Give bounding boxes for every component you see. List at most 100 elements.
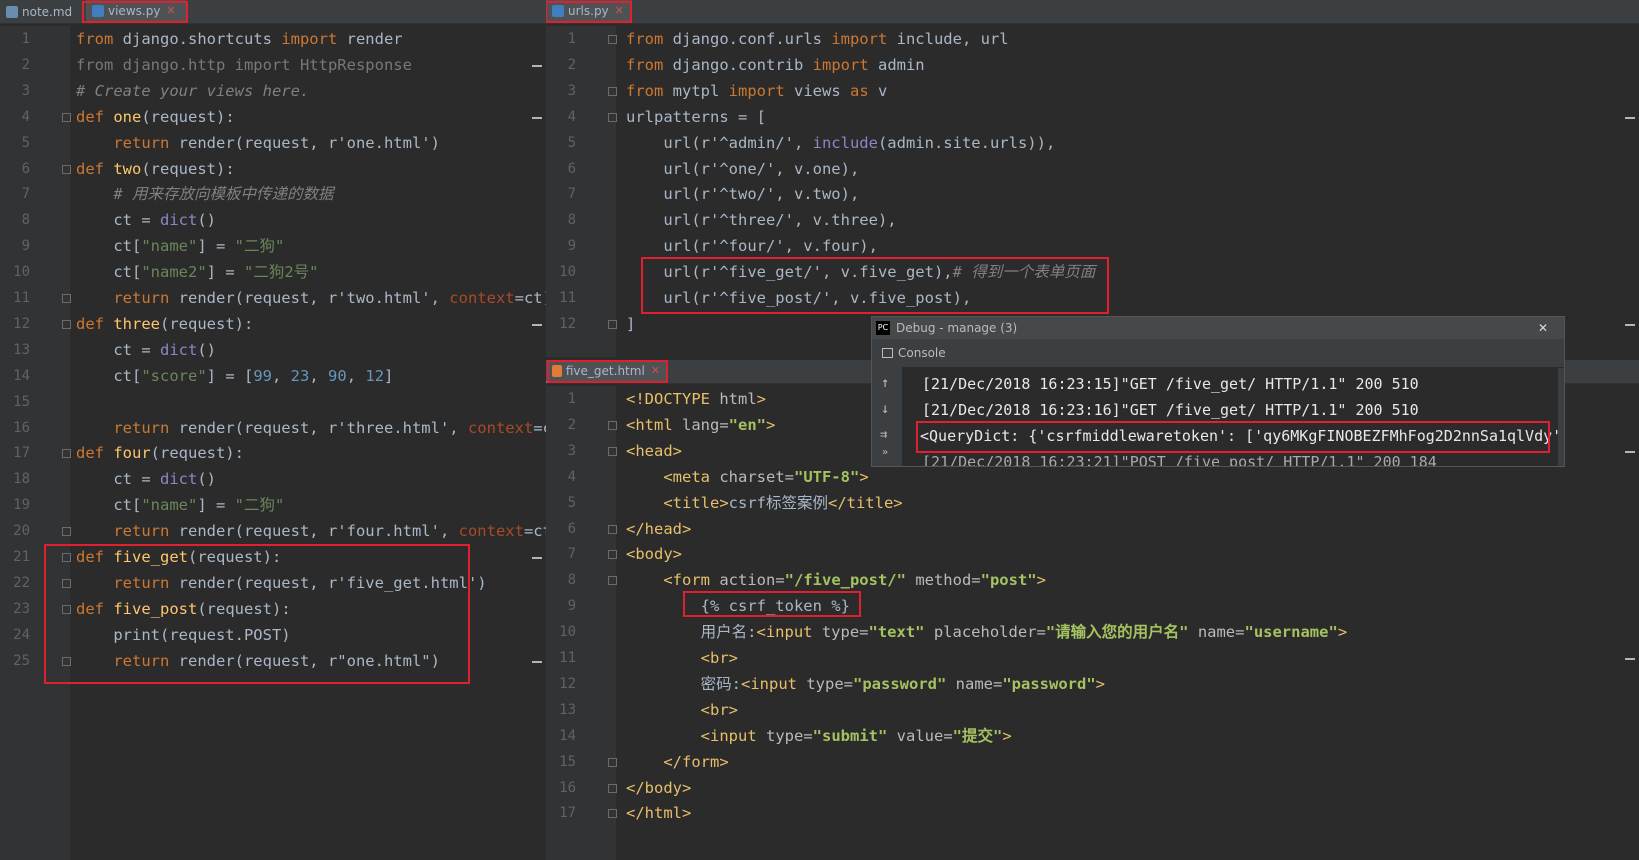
- code-line[interactable]: 4 urlpatterns = [: [546, 104, 1639, 131]
- code-text: url(r'^two/', v.two),: [626, 181, 859, 208]
- fold-marker-icon[interactable]: [608, 783, 617, 793]
- token: 用户名:: [626, 623, 757, 642]
- code-line[interactable]: 13 <br>: [546, 697, 1639, 724]
- token: <input: [756, 623, 822, 642]
- code-line[interactable]: 3 # Create your views here.: [0, 78, 546, 105]
- code-text: ct = dict(): [76, 337, 216, 364]
- change-marker: [532, 64, 542, 67]
- debug-title-bar[interactable]: PC Debug - manage (3) ✕: [872, 317, 1564, 339]
- code-line[interactable]: 14 ct["score"] = [99, 23, 90, 12]: [0, 363, 546, 390]
- code-text: url(r'^one/', v.one),: [626, 156, 859, 183]
- change-marker: [532, 323, 542, 326]
- code-line[interactable]: 6 url(r'^one/', v.one),: [546, 156, 1639, 183]
- more-icon[interactable]: »: [882, 447, 888, 458]
- fold-marker-icon[interactable]: [608, 446, 617, 456]
- token: mytpl: [672, 81, 729, 100]
- code-line[interactable]: 12 密码:<input type="password" name="passw…: [546, 671, 1639, 698]
- code-line[interactable]: 10 用户名:<input type="text" placeholder="请…: [546, 619, 1639, 646]
- tab-console[interactable]: Console: [898, 346, 946, 360]
- fold-marker-icon[interactable]: [62, 294, 71, 303]
- fold-marker-icon[interactable]: [62, 112, 71, 122]
- line-number: 16: [13, 419, 30, 436]
- fold-marker-icon[interactable]: [608, 319, 617, 329]
- tab-note-md[interactable]: note.md: [0, 0, 86, 23]
- token: <input: [626, 726, 766, 745]
- code-line[interactable]: 7 # 用来存放向模板中传递的数据: [0, 181, 546, 208]
- token: render(request, r'two.html',: [178, 289, 450, 307]
- code-line[interactable]: 3 from mytpl import views as v: [546, 78, 1639, 105]
- code-text: </html>: [626, 800, 691, 827]
- code-line[interactable]: 16 return render(request, r'three.html',…: [0, 415, 546, 442]
- token: dict: [160, 211, 198, 230]
- fold-marker-icon[interactable]: [608, 420, 617, 430]
- token: url(r'^admin/',: [626, 133, 813, 152]
- code-line[interactable]: 5 <title>csrf标签案例</title>: [546, 490, 1639, 517]
- code-line[interactable]: 2 from django.contrib import admin: [546, 52, 1639, 79]
- fold-marker-icon[interactable]: [608, 576, 617, 586]
- code-line[interactable]: 1 from django.conf.urls import include, u…: [546, 26, 1639, 53]
- views-editor-pane[interactable]: note.md views.py ✕ 1 from django.shortcut…: [0, 0, 546, 860]
- code-line[interactable]: 7 url(r'^two/', v.two),: [546, 181, 1639, 208]
- code-line[interactable]: 2 from django.http import HttpResponse: [0, 52, 546, 79]
- token: (): [197, 211, 216, 230]
- code-line[interactable]: 18 ct = dict(): [0, 466, 546, 493]
- code-line[interactable]: 17 </html>: [546, 800, 1639, 827]
- fold-marker-icon[interactable]: [608, 524, 617, 534]
- token: from: [626, 30, 673, 48]
- fold-marker-icon[interactable]: [608, 112, 617, 122]
- code-line[interactable]: 5 return render(request, r'one.html'): [0, 130, 546, 157]
- fold-marker-icon[interactable]: [608, 757, 617, 767]
- close-icon[interactable]: ✕: [1538, 321, 1548, 335]
- code-line[interactable]: 16 </body>: [546, 775, 1639, 802]
- scroll-down-icon[interactable]: ↓: [881, 401, 889, 417]
- token: as: [850, 81, 878, 100]
- token: ct =: [76, 211, 160, 230]
- fold-marker-icon[interactable]: [608, 86, 617, 96]
- token: def: [76, 107, 114, 126]
- urls-editor-pane[interactable]: urls.py ✕ 1 from django.conf.urls import …: [546, 0, 1639, 357]
- code-text: def two(request):: [76, 156, 235, 183]
- line-number: 18: [13, 471, 30, 488]
- code-line[interactable]: 6 </head>: [546, 516, 1639, 543]
- code-line[interactable]: 11 <br>: [546, 645, 1639, 672]
- fold-marker-icon[interactable]: [62, 164, 71, 174]
- code-line[interactable]: 19 ct["name"] = "二狗": [0, 492, 546, 519]
- line-number: 5: [567, 494, 576, 511]
- change-marker: [1625, 658, 1635, 660]
- soft-wrap-icon[interactable]: ⇉: [880, 427, 887, 441]
- code-line[interactable]: 14 <input type="submit" value="提交">: [546, 723, 1639, 750]
- code-line[interactable]: 4 <meta charset="UTF-8">: [546, 464, 1639, 491]
- code-line[interactable]: 10 ct["name2"] = "二狗2号": [0, 259, 546, 286]
- fold-marker-icon[interactable]: [608, 809, 617, 819]
- code-line[interactable]: 12 def three(request):: [0, 311, 546, 338]
- code-line[interactable]: 5 url(r'^admin/', include(admin.site.url…: [546, 130, 1639, 157]
- line-number: 2: [567, 56, 576, 73]
- fold-marker-icon[interactable]: [62, 319, 71, 329]
- code-line[interactable]: 8 ct = dict(): [0, 207, 546, 234]
- fold-marker-icon[interactable]: [608, 35, 617, 44]
- fold-marker-icon[interactable]: [608, 550, 617, 560]
- code-line[interactable]: 4 def one(request):: [0, 104, 546, 131]
- token: "submit": [812, 726, 897, 745]
- fold-marker-icon[interactable]: [62, 449, 71, 459]
- code-line[interactable]: 13 ct = dict(): [0, 337, 546, 364]
- code-line[interactable]: 20 return render(request, r'four.html', …: [0, 518, 546, 545]
- line-number: 16: [559, 779, 576, 796]
- fold-marker-icon[interactable]: [62, 527, 71, 537]
- token: ] = [: [206, 366, 254, 385]
- code-line[interactable]: 11 return render(request, r'two.html', c…: [0, 285, 546, 312]
- code-line[interactable]: 17 def four(request):: [0, 440, 546, 467]
- token: context: [449, 289, 515, 307]
- code-line[interactable]: 15 </form>: [546, 749, 1639, 776]
- code-line[interactable]: 8 url(r'^three/', v.three),: [546, 207, 1639, 234]
- scroll-up-icon[interactable]: ↑: [881, 375, 889, 391]
- code-text: from django.http import HttpResponse: [76, 52, 412, 79]
- debug-window[interactable]: PC Debug - manage (3) ✕ Console ↑ ↓ ⇉ » …: [871, 316, 1565, 467]
- token: <head>: [626, 441, 682, 460]
- code-line[interactable]: 9 ct["name"] = "二狗": [0, 233, 546, 260]
- code-line[interactable]: 15: [0, 389, 546, 416]
- code-line[interactable]: 6 def two(request):: [0, 156, 546, 183]
- code-line[interactable]: 1 from django.shortcuts import render: [0, 26, 546, 53]
- pycharm-icon: PC: [876, 321, 890, 335]
- code-line[interactable]: 7 <body>: [546, 541, 1639, 568]
